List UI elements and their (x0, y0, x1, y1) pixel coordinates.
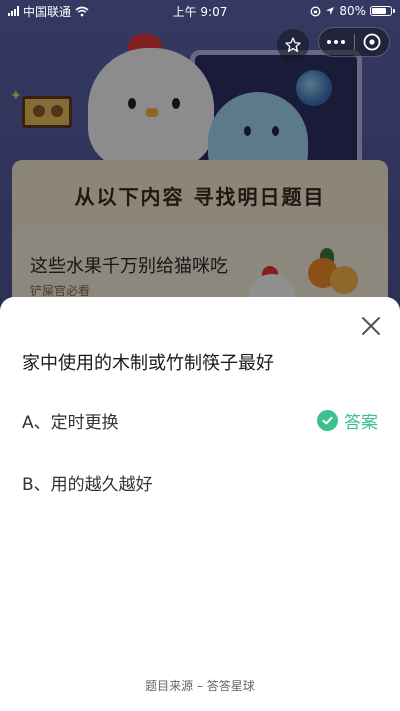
question-sheet: 家中使用的木制或竹制筷子最好 A、定时更换 答案 B、用的越久越好 题目来源 –… (0, 297, 400, 711)
option-b-label: B、用的越久越好 (22, 474, 153, 495)
rotation-lock-icon (310, 6, 321, 16)
wifi-icon (75, 6, 89, 16)
answer-badge: 答案 (317, 408, 378, 433)
answer-label: 答案 (344, 412, 378, 433)
miniprogram-capsule (318, 27, 390, 57)
more-dots-icon (327, 40, 346, 44)
carrier-name: 中国联通 (23, 4, 72, 19)
question-text: 家中使用的木制或竹制筷子最好 (22, 353, 274, 374)
option-a[interactable]: A、定时更换 答案 (22, 405, 378, 435)
question-source: 题目来源 – 答答星球 (145, 679, 255, 693)
signal-icon (8, 6, 19, 16)
check-icon (317, 409, 338, 431)
location-arrow-icon (326, 7, 335, 15)
battery-percent: 80% (339, 4, 366, 18)
close-circle-icon (363, 33, 381, 51)
more-button[interactable] (319, 28, 354, 56)
close-icon (362, 317, 380, 335)
option-b[interactable]: B、用的越久越好 (22, 467, 378, 497)
option-a-label: A、定时更换 (22, 412, 119, 433)
star-icon (285, 37, 301, 52)
sheet-close-button[interactable] (360, 315, 382, 337)
status-bar: 中国联通 上午 9:07 80% (0, 0, 400, 22)
battery-icon (370, 6, 395, 16)
close-app-button[interactable] (355, 28, 390, 56)
favorite-button[interactable] (277, 29, 309, 61)
